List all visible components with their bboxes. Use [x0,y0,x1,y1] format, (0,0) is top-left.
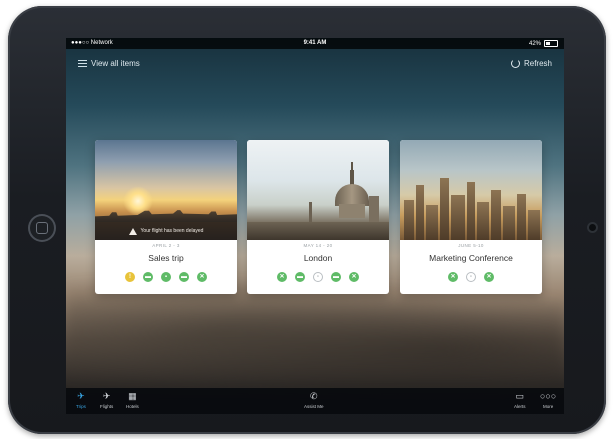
car-return-confirmed-icon[interactable]: ▬ [331,272,341,282]
battery-percent: 42% [528,40,541,47]
flight-delay-banner[interactable]: Your flight has been delayed [95,222,237,240]
flight-confirmed-icon[interactable]: ✕ [197,272,207,282]
delay-message: Your flight has been delayed [140,228,204,234]
battery-status: 42% [529,40,558,47]
st-pauls-dome-graphic [335,184,369,206]
view-all-label: View all items [91,59,140,68]
building-graphic [503,206,515,240]
return-flight-confirmed-icon[interactable]: ✕ [349,272,359,282]
hotel-pending-icon[interactable]: ▫ [466,272,476,282]
warning-icon [128,227,137,235]
phone-icon: ✆ [309,391,318,401]
tab-label: Alerts [514,404,526,409]
building-graphic [528,210,540,240]
card-title: Sales trip [148,253,184,263]
tab-more[interactable]: ○○○ More [540,391,556,409]
tab-label: Trips [76,404,86,409]
flights-icon: ✈ [102,391,111,401]
tab-bar: ✈ Trips ✈ Flights ▦ Hotels ✆ Assist Me ▭… [66,388,564,414]
building-graphic [404,200,414,240]
tab-trips[interactable]: ✈ Trips [76,391,86,409]
tab-flights[interactable]: ✈ Flights [100,391,113,409]
tab-assist-me[interactable]: ✆ Assist Me [304,391,324,409]
refresh-label: Refresh [523,59,552,68]
view-all-items-button[interactable]: View all items [78,59,140,68]
trip-card-sales[interactable]: Your flight has been delayed APRIL 2 - 3… [95,140,237,294]
hotel-pending-icon[interactable]: ▫ [313,272,323,282]
card-title: London [303,253,333,263]
london-rooftops-graphic [247,222,389,240]
car-confirmed-icon[interactable]: ▬ [143,272,153,282]
building-graphic [451,195,465,240]
refresh-icon [510,59,520,68]
app-screen: ●●●○○ Network 9:41 AM 42% View all items… [66,38,564,414]
building-graphic [517,194,526,240]
clock: 9:41 AM [303,40,327,46]
dome-drum-graphic [339,204,365,218]
building-graphic [477,202,489,240]
card-dates: APRIL 2 - 3 [152,243,180,248]
building-graphic [491,190,501,240]
trip-card-london[interactable]: MAY 14 - 20 London ✕ ▬ ▫ ▬ ✕ [247,140,389,294]
car-return-confirmed-icon[interactable]: ▬ [179,272,189,282]
building-graphic [426,205,438,240]
card-status-icons: ✕ ▬ ▫ ▬ ✕ [247,272,389,282]
flight-warning-icon[interactable]: ! [125,272,135,282]
trip-card-marketing-conference[interactable]: JUNE 5-10 Marketing Conference ✕ ▫ ✕ [400,140,542,294]
building-graphic [467,182,475,240]
skyline-graphic [95,210,237,222]
home-button[interactable] [28,214,56,242]
ellipsis-icon: ○○○ [540,391,557,401]
tab-label: Flights [100,404,114,409]
card-dates: MAY 14 - 20 [303,243,333,248]
car-confirmed-icon[interactable]: ▬ [295,272,305,282]
card-status-icons: ! ▬ ▪ ▬ ✕ [95,272,237,282]
tab-label: More [543,404,554,409]
tab-label: Assist Me [304,404,324,409]
flight-confirmed-icon[interactable]: ✕ [448,272,458,282]
card-title: Marketing Conference [429,253,513,263]
card-image-city-skyline [400,140,542,240]
top-bar: View all items Refresh [66,49,564,77]
card-image-london [247,140,389,240]
refresh-button[interactable]: Refresh [510,59,552,68]
tab-alerts[interactable]: ▭ Alerts [514,391,526,409]
status-bar: ●●●○○ Network 9:41 AM 42% [66,38,564,49]
list-icon [78,60,87,68]
card-image-sunset: Your flight has been delayed [95,140,237,240]
tab-hotels[interactable]: ▦ Hotels [126,391,139,409]
speech-bubble-icon: ▭ [515,391,525,401]
building-graphic [416,185,424,240]
card-status-icons: ✕ ▫ ✕ [400,272,542,282]
battery-icon [544,40,558,47]
hotel-building-icon: ▦ [128,391,137,401]
front-camera [589,224,596,231]
tab-label: Hotels [126,404,139,409]
card-dates: JUNE 5-10 [458,243,484,248]
flight-confirmed-icon[interactable]: ✕ [277,272,287,282]
hotel-confirmed-icon[interactable]: ▪ [161,272,171,282]
building-graphic [440,178,449,240]
return-flight-confirmed-icon[interactable]: ✕ [484,272,494,282]
dome-lantern-graphic [350,170,354,185]
plane-trips-icon: ✈ [77,391,85,401]
